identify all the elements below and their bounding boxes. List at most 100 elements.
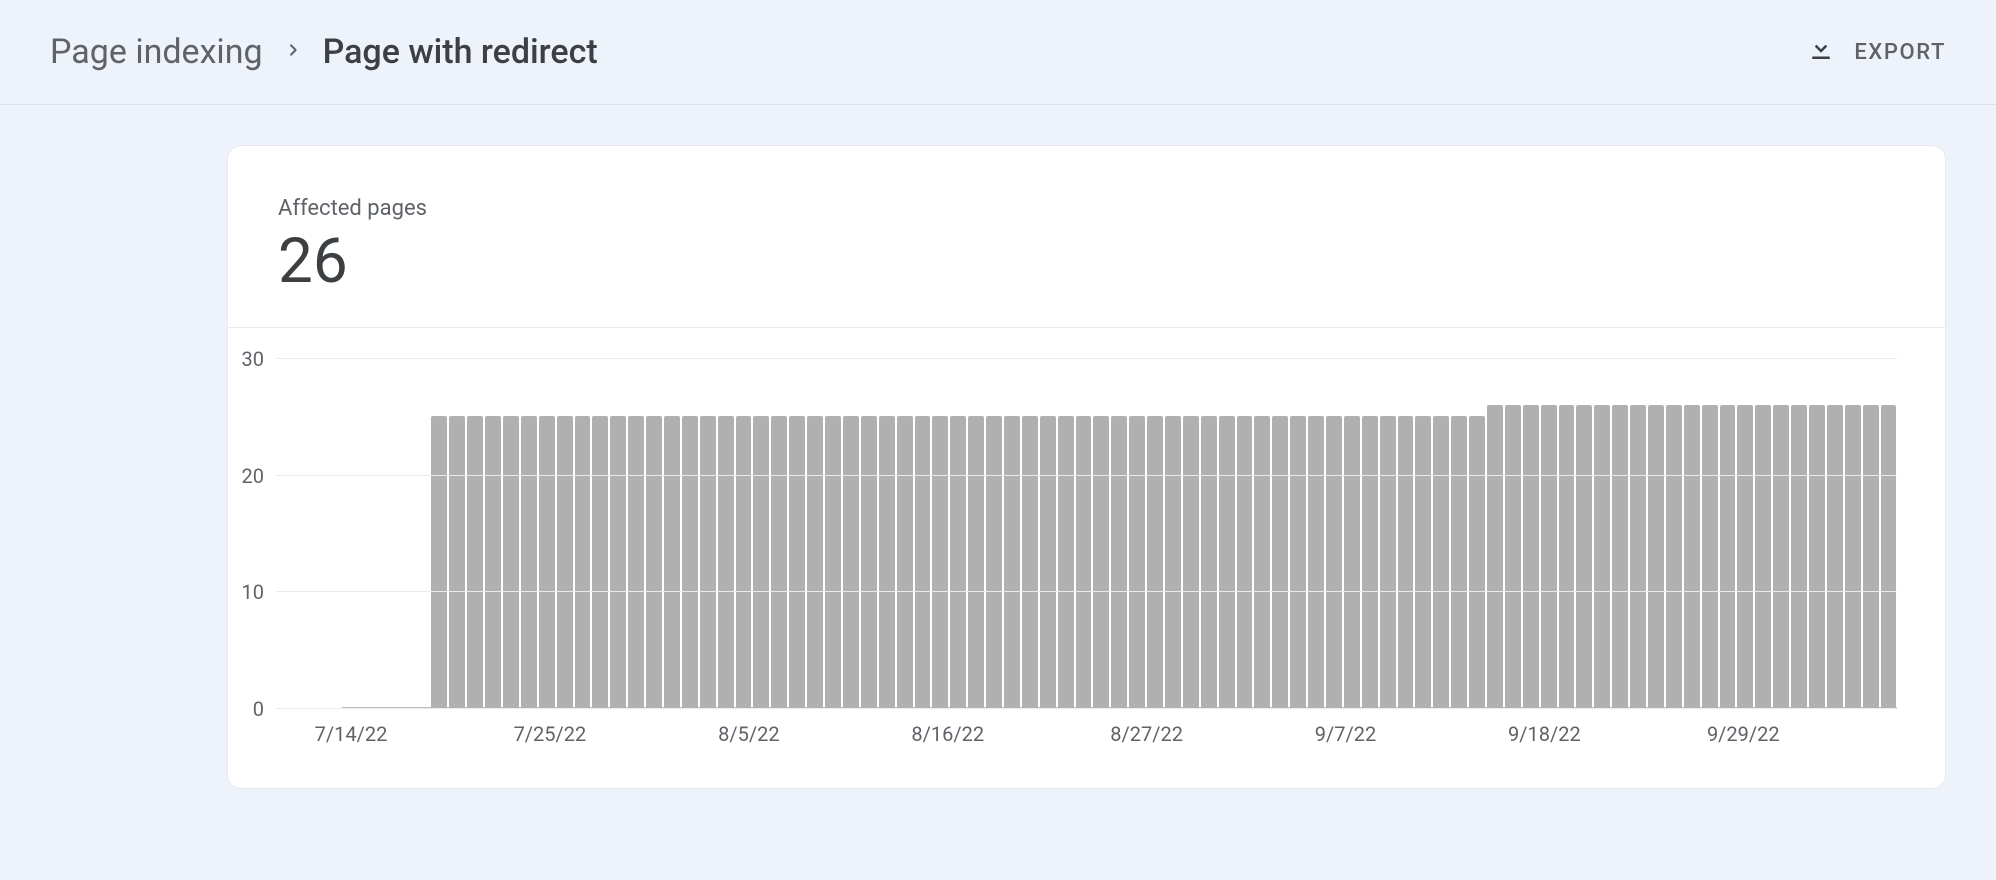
chart-bar[interactable]: [932, 416, 948, 708]
chart-bar[interactable]: [1881, 405, 1897, 708]
chart-bar[interactable]: [467, 416, 483, 708]
topbar: Page indexing Page with redirect EXPORT: [0, 0, 1996, 105]
chart-bar[interactable]: [664, 416, 680, 708]
chart-bar[interactable]: [575, 416, 591, 708]
chart-bar[interactable]: [682, 416, 698, 708]
chart-bar[interactable]: [1290, 416, 1306, 708]
chart-bar[interactable]: [861, 416, 877, 708]
y-tick-label: 10: [228, 580, 264, 604]
chart-bar[interactable]: [1702, 405, 1718, 708]
chart-bar[interactable]: [557, 416, 573, 708]
chart-bar[interactable]: [1219, 416, 1235, 708]
metric-label: Affected pages: [278, 196, 1895, 221]
chart-bar[interactable]: [1201, 416, 1217, 708]
chart-bar[interactable]: [718, 416, 734, 708]
chart-bar[interactable]: [1809, 405, 1825, 708]
x-tick-label: 9/7/22: [1315, 722, 1376, 746]
chart-bar[interactable]: [1004, 416, 1020, 708]
chart-bar[interactable]: [1326, 416, 1342, 708]
chart-bar[interactable]: [1380, 416, 1396, 708]
chart-bar[interactable]: [1791, 405, 1807, 708]
chart-bar[interactable]: [1362, 416, 1378, 708]
chart-bar[interactable]: [1040, 416, 1056, 708]
chart-bar[interactable]: [431, 416, 447, 708]
chart-bar[interactable]: [1523, 405, 1539, 708]
x-tick-label: 9/29/22: [1707, 722, 1780, 746]
chart-bar[interactable]: [1684, 405, 1700, 708]
metric-value: 26: [278, 231, 1895, 293]
x-tick-label: 8/5/22: [718, 722, 779, 746]
chart-bar[interactable]: [1093, 416, 1109, 708]
chart-bar[interactable]: [1398, 416, 1414, 708]
chart-bar[interactable]: [1737, 405, 1753, 708]
breadcrumb-current: Page with redirect: [323, 32, 598, 72]
chart-bar[interactable]: [753, 416, 769, 708]
chart-bar[interactable]: [1559, 405, 1575, 708]
chart-bar[interactable]: [449, 416, 465, 708]
chart-bar[interactable]: [1648, 405, 1664, 708]
chart-bar[interactable]: [503, 416, 519, 708]
chart-bar[interactable]: [986, 416, 1002, 708]
chart-bar[interactable]: [1755, 405, 1771, 708]
x-tick-label: 7/14/22: [315, 722, 388, 746]
chart-bar[interactable]: [1058, 416, 1074, 708]
chart-bar[interactable]: [1344, 416, 1360, 708]
chart-bar[interactable]: [700, 416, 716, 708]
export-button[interactable]: EXPORT: [1806, 34, 1946, 70]
chart-bar[interactable]: [1469, 416, 1485, 708]
chart-bar[interactable]: [610, 416, 626, 708]
chart-bar[interactable]: [1594, 405, 1610, 708]
chart-bar[interactable]: [1433, 416, 1449, 708]
chart-bar[interactable]: [771, 416, 787, 708]
chart-bar[interactable]: [968, 416, 984, 708]
chart-bar[interactable]: [628, 416, 644, 708]
chart-bar[interactable]: [915, 416, 931, 708]
chart-bar[interactable]: [521, 416, 537, 708]
chart-bar[interactable]: [1505, 405, 1521, 708]
y-gridline: 30: [276, 358, 1897, 359]
chart-bar[interactable]: [736, 416, 752, 708]
chart-bar[interactable]: [1076, 416, 1092, 708]
x-tick-label: 8/27/22: [1110, 722, 1183, 746]
chart-bar[interactable]: [1183, 416, 1199, 708]
chart-bar[interactable]: [879, 416, 895, 708]
chart-bar[interactable]: [1541, 405, 1557, 708]
x-tick-label: 9/18/22: [1508, 722, 1581, 746]
chart-bar[interactable]: [1451, 416, 1467, 708]
chart-bar[interactable]: [485, 416, 501, 708]
chart-bar[interactable]: [789, 416, 805, 708]
chart-bar[interactable]: [950, 416, 966, 708]
chart-bar[interactable]: [1612, 405, 1628, 708]
chart-bar[interactable]: [1415, 416, 1431, 708]
chart-bar[interactable]: [825, 416, 841, 708]
chart-bar[interactable]: [1022, 416, 1038, 708]
chart-bar[interactable]: [1773, 405, 1789, 708]
chart-bar[interactable]: [592, 416, 608, 708]
affected-pages-card: Affected pages 26 0102030 7/14/227/25/22…: [227, 145, 1946, 789]
chart-bar[interactable]: [1720, 405, 1736, 708]
chart-bar[interactable]: [539, 416, 555, 708]
y-tick-label: 30: [228, 347, 264, 371]
breadcrumb-parent[interactable]: Page indexing: [50, 32, 263, 72]
x-tick-label: 7/25/22: [514, 722, 587, 746]
chart-bar[interactable]: [1827, 405, 1843, 708]
chart-bar[interactable]: [807, 416, 823, 708]
chart-bar[interactable]: [1308, 416, 1324, 708]
chart-bar[interactable]: [1666, 405, 1682, 708]
chart-bar[interactable]: [1165, 416, 1181, 708]
chart-bar[interactable]: [1845, 405, 1861, 708]
chart-bar[interactable]: [1129, 416, 1145, 708]
chart-bar[interactable]: [1147, 416, 1163, 708]
chart-bar[interactable]: [1863, 405, 1879, 708]
chart-bar[interactable]: [1237, 416, 1253, 708]
chart-bar[interactable]: [1111, 416, 1127, 708]
chart-bar[interactable]: [1254, 416, 1270, 708]
chevron-right-icon: [285, 32, 301, 72]
chart-bar[interactable]: [897, 416, 913, 708]
chart-bar[interactable]: [1272, 416, 1288, 708]
chart-bar[interactable]: [1487, 405, 1503, 708]
chart-bar[interactable]: [1576, 405, 1592, 708]
chart-bar[interactable]: [843, 416, 859, 708]
chart-bar[interactable]: [1630, 405, 1646, 708]
chart-bar[interactable]: [646, 416, 662, 708]
